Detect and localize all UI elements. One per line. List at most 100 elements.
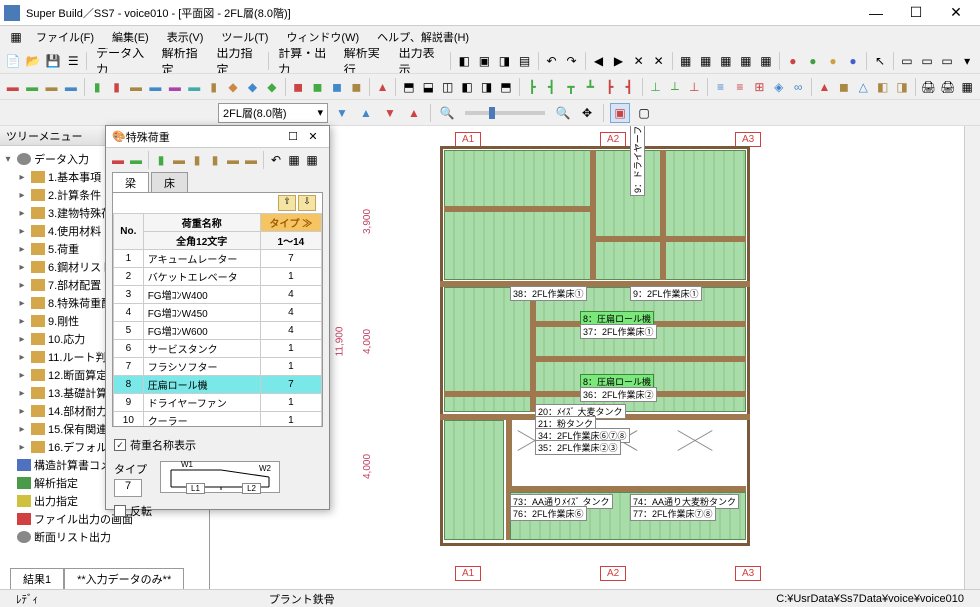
t4[interactable]: ┻ [582,77,599,97]
dt10[interactable]: ▦ [304,152,320,168]
zoom-slider[interactable] [465,111,545,115]
table-row[interactable]: 5FG増ｺﾝW6004 [114,322,322,340]
el12[interactable]: ◆ [224,77,241,97]
select-mode-icon[interactable]: ▣ [610,103,630,123]
grid1-icon[interactable]: ▦ [677,51,695,71]
tb-d[interactable]: ▤ [515,51,533,71]
table-row[interactable]: 10クーラー1 [114,412,322,428]
data-input-button[interactable]: データ入力 [91,51,155,71]
layer-a[interactable]: ▼ [380,103,400,123]
table-row[interactable]: 6サービスタンク1 [114,340,322,358]
menu-help[interactable]: ヘルプ、解説書(H) [369,27,477,47]
table-row[interactable]: 8圧扁ロール機7 [114,376,322,394]
el5[interactable]: ▮ [88,77,105,97]
m1[interactable]: ▲ [816,77,833,97]
grid5-icon[interactable]: ▦ [757,51,775,71]
menu-view[interactable]: 表示(V) [159,27,212,47]
menu-caret-icon[interactable]: ▾ [958,51,976,71]
t1[interactable]: ┣ [523,77,540,97]
t5[interactable]: ┣ [601,77,618,97]
dt2[interactable]: ▬ [128,152,144,168]
w1-icon[interactable]: ▭ [898,51,916,71]
pan-icon[interactable]: ✥ [577,103,597,123]
el8[interactable]: ▬ [147,77,164,97]
m5[interactable]: ◨ [893,77,910,97]
s1[interactable]: ⬒ [400,77,417,97]
menu-tool[interactable]: ツール(T) [213,27,276,47]
dialog-close-icon[interactable]: ✕ [303,130,323,143]
dt7[interactable]: ▬ [225,152,241,168]
el6[interactable]: ▮ [108,77,125,97]
m3[interactable]: △ [855,77,872,97]
dt6[interactable]: ▮ [207,152,223,168]
menu-edit[interactable]: 編集(E) [104,27,157,47]
dot1-icon[interactable]: ● [784,51,802,71]
output-spec-button[interactable]: 出力指定 [212,51,265,71]
dt3[interactable]: ▮ [153,152,169,168]
show-output-button[interactable]: 出力表示 [394,51,447,71]
tb-a[interactable]: ◧ [455,51,473,71]
tab-floor[interactable]: 床 [151,172,188,192]
dialog-max-icon[interactable]: ☐ [283,130,303,143]
h3[interactable]: ⊞ [751,77,768,97]
save-icon[interactable]: 💾 [44,51,62,71]
s5[interactable]: ◨ [478,77,495,97]
s2[interactable]: ⬓ [420,77,437,97]
t3[interactable]: ┳ [562,77,579,97]
table-row[interactable]: 7フラシソフター1 [114,358,322,376]
h4[interactable]: ◈ [770,77,787,97]
p3[interactable]: ⊥ [686,77,703,97]
tab-inputonly[interactable]: **入力データのみ** [64,568,184,590]
m6[interactable]: ▦ [958,77,975,97]
table-row[interactable]: 2バケットエレベータ1 [114,268,322,286]
tab-beam[interactable]: 梁 [112,172,149,192]
run-analysis-button[interactable]: 解析実行 [339,51,392,71]
type-value[interactable]: 7 [114,479,142,497]
sq2[interactable]: ◼ [309,77,326,97]
h1[interactable]: ≡ [712,77,729,97]
tb-b[interactable]: ▣ [475,51,493,71]
link-icon[interactable]: ∞ [789,77,806,97]
grid4-icon[interactable]: ▦ [737,51,755,71]
m4[interactable]: ◧ [874,77,891,97]
m2[interactable]: ◼ [835,77,852,97]
p2[interactable]: ⟂ [666,77,683,97]
tab-result1[interactable]: 結果1 [10,568,64,590]
analysis-spec-button[interactable]: 解析指定 [157,51,210,71]
sq1[interactable]: ◼ [289,77,306,97]
dot3-icon[interactable]: ● [824,51,842,71]
row-up-button[interactable]: ⇧ [278,195,296,211]
s3[interactable]: ◫ [439,77,456,97]
el1[interactable]: ▬ [4,77,21,97]
dot4-icon[interactable]: ● [844,51,862,71]
next-icon[interactable]: ▶ [610,51,628,71]
tri-icon[interactable]: ▲ [374,77,391,97]
dt1[interactable]: ▬ [110,152,126,168]
layer-down-icon[interactable]: ▲ [356,103,376,123]
chk-showname[interactable]: ✓荷重名称表示 [114,437,196,453]
grid3-icon[interactable]: ▦ [717,51,735,71]
table-row[interactable]: 1アキュームレーター7 [114,250,322,268]
col-type[interactable]: タイプ ≫ [260,214,321,232]
grid2-icon[interactable]: ▦ [697,51,715,71]
tb-c[interactable]: ◨ [495,51,513,71]
el7[interactable]: ▬ [127,77,144,97]
dt4[interactable]: ▬ [171,152,187,168]
dot2-icon[interactable]: ● [804,51,822,71]
mode2-icon[interactable]: ▢ [634,103,654,123]
redo-icon[interactable]: ↷ [563,51,581,71]
el11[interactable]: ▮ [205,77,222,97]
w3-icon[interactable]: ▭ [938,51,956,71]
table-row[interactable]: 3FG増ｺﾝW4004 [114,286,322,304]
layer-select[interactable]: 2FL層(8.0階)▾ [218,103,328,123]
sq4[interactable]: ◼ [348,77,365,97]
el3[interactable]: ▬ [43,77,60,97]
el13[interactable]: ◆ [244,77,261,97]
layer-b[interactable]: ▲ [404,103,424,123]
table-row[interactable]: 4FG増ｺﾝW4504 [114,304,322,322]
zoom-in-icon[interactable]: 🔍 [553,103,573,123]
zoom-out-icon[interactable]: 🔍 [437,103,457,123]
open-icon[interactable]: 📂 [24,51,42,71]
dialog-grid[interactable]: ⇧ ⇩ No. 荷重名称 タイプ ≫ 全角12文字 1～14 1アキュームレータ… [112,192,323,427]
row-down-button[interactable]: ⇩ [298,195,316,211]
